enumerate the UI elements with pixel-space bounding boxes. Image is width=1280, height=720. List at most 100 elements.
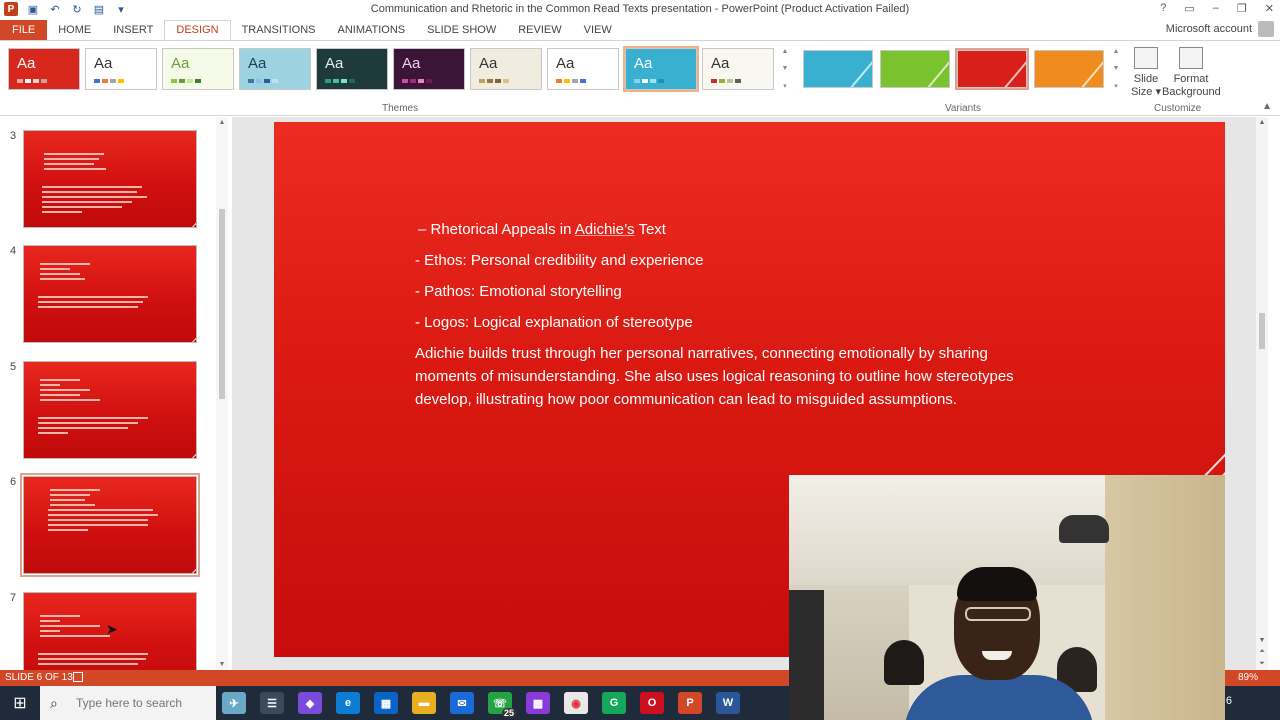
collapse-ribbon-icon[interactable]: ▲	[1262, 101, 1272, 112]
taskbar-search[interactable]: ⌕	[40, 686, 216, 720]
slide-thumbnail[interactable]	[20, 473, 200, 577]
theme-color-swatch	[634, 79, 640, 83]
thumbnail-scrollbar[interactable]: ▲ ▼	[216, 117, 228, 670]
search-input[interactable]	[76, 696, 206, 710]
theme-color-bars	[479, 79, 509, 83]
tab-home[interactable]: HOME	[47, 20, 102, 40]
slide-scroll-thumb[interactable]	[1259, 313, 1265, 349]
tab-insert[interactable]: INSERT	[102, 20, 164, 40]
restore-button[interactable]: ❐	[1237, 2, 1247, 15]
webcam-wall	[1105, 475, 1225, 720]
slide-scrollbar[interactable]: ▲ ▼ ⏶ ⏷	[1256, 117, 1268, 670]
copilot-icon[interactable]: ◆	[298, 692, 322, 714]
theme-color-swatch	[102, 79, 108, 83]
slide-thumbnail[interactable]	[23, 245, 197, 343]
theme-thumbnail[interactable]: Aa	[393, 48, 465, 90]
search-icon: ⌕	[50, 694, 58, 711]
themes-gallery-scroll[interactable]: ▲ ▼ ▾	[780, 48, 790, 90]
thumbnail-number: 6	[10, 476, 17, 488]
slide-content-placeholder[interactable]: – Rhetorical Appeals in Adichie’s Text -…	[415, 218, 1015, 411]
scroll-up-icon[interactable]: ▲	[216, 119, 228, 126]
scroll-down-icon[interactable]: ▼	[216, 661, 228, 668]
tab-design[interactable]: DESIGN	[164, 20, 231, 40]
theme-thumbnail[interactable]: Aa	[470, 48, 542, 90]
theme-color-swatch	[719, 79, 725, 83]
ribbon-display-options-icon[interactable]: ▭	[1184, 2, 1194, 15]
theme-thumbnail[interactable]: Aa	[547, 48, 619, 90]
edge-icon[interactable]: e	[336, 692, 360, 714]
chrome-icon[interactable]: ◉	[564, 692, 588, 714]
variants-gallery-scroll[interactable]: ▲ ▼ ▾	[1111, 48, 1121, 90]
theme-thumbnail[interactable]: Aa	[85, 48, 157, 90]
scroll-down-icon[interactable]: ▼	[1256, 637, 1268, 644]
store-icon[interactable]: ▦	[374, 692, 398, 714]
format-background-button[interactable]: Format Background	[1162, 47, 1221, 99]
thumbnail-text-line	[40, 635, 110, 637]
variant-thumbnail[interactable]	[955, 48, 1029, 90]
theme-color-swatch	[333, 79, 339, 83]
thumbnail-scroll-thumb[interactable]	[219, 209, 225, 399]
theme-thumbnail[interactable]: Aa	[316, 48, 388, 90]
spelling-check-icon[interactable]	[73, 672, 83, 682]
account-name[interactable]: Microsoft account	[1166, 23, 1252, 35]
start-from-beginning-icon[interactable]: ▤	[92, 2, 106, 16]
travel-app-icon[interactable]: ✈	[222, 692, 246, 714]
slide-thumbnail[interactable]	[23, 130, 197, 228]
theme-thumbnail[interactable]: Aa	[702, 48, 774, 90]
whatsapp-icon[interactable]: ☏ 25	[488, 692, 516, 718]
webcam-overlay	[789, 475, 1225, 720]
slide-thumbnail[interactable]	[23, 361, 197, 459]
theme-thumbnail[interactable]: Aa	[162, 48, 234, 90]
format-background-label: Format Background	[1162, 73, 1221, 98]
theme-thumbnail[interactable]: Aa	[8, 48, 80, 90]
redo-icon[interactable]: ↻	[70, 2, 84, 16]
next-slide-icon[interactable]: ⏷	[1256, 660, 1268, 668]
variant-thumbnail[interactable]	[1034, 50, 1104, 88]
gallery-up-icon[interactable]: ▲	[1113, 48, 1120, 55]
gallery-up-icon[interactable]: ▲	[782, 48, 789, 55]
gallery-down-icon[interactable]: ▼	[1113, 65, 1120, 72]
theme-sample-text: Aa	[479, 55, 498, 72]
file-explorer-icon[interactable]: ▬	[412, 692, 436, 714]
scroll-up-icon[interactable]: ▲	[1256, 119, 1268, 126]
opera-icon[interactable]: O	[640, 692, 664, 714]
tab-animations[interactable]: ANIMATIONS	[327, 20, 417, 40]
theme-sample-text: Aa	[711, 55, 730, 72]
theme-sample-text: Aa	[634, 55, 653, 72]
gallery-more-icon[interactable]: ▾	[783, 82, 787, 90]
save-icon[interactable]: ▣	[26, 2, 40, 16]
zoom-level[interactable]: 89%	[1238, 672, 1258, 683]
theme-sample-text: Aa	[325, 55, 344, 72]
theme-color-bars	[402, 79, 432, 83]
tab-view[interactable]: VIEW	[573, 20, 623, 40]
theme-thumbnail[interactable]: Aa	[239, 48, 311, 90]
tab-slide-show[interactable]: SLIDE SHOW	[416, 20, 507, 40]
variant-thumbnail[interactable]	[880, 50, 950, 88]
start-button[interactable]: ⊞	[0, 686, 40, 720]
minimize-button[interactable]: –	[1213, 2, 1219, 15]
tab-file[interactable]: FILE	[0, 20, 48, 40]
word-icon[interactable]: W	[716, 692, 740, 714]
photo-app-icon[interactable]: ▩	[526, 692, 550, 714]
task-view-icon[interactable]: ☰	[260, 692, 284, 714]
tab-transitions[interactable]: TRANSITIONS	[231, 20, 327, 40]
theme-color-swatch	[479, 79, 485, 83]
gallery-down-icon[interactable]: ▼	[782, 65, 789, 72]
undo-icon[interactable]: ↶	[48, 2, 62, 16]
mail-icon[interactable]: ✉	[450, 692, 474, 714]
theme-thumbnail[interactable]: Aa	[623, 46, 699, 92]
tab-review[interactable]: REVIEW	[507, 20, 572, 40]
theme-color-swatch	[94, 79, 100, 83]
slide-size-button[interactable]: Slide Size ▾	[1130, 47, 1162, 99]
powerpoint-taskbar-icon[interactable]: P	[678, 692, 702, 714]
avatar[interactable]	[1258, 21, 1274, 37]
close-button[interactable]: ✕	[1265, 2, 1274, 15]
theme-color-bars	[94, 79, 124, 83]
variant-thumbnail[interactable]	[803, 50, 873, 88]
previous-slide-icon[interactable]: ⏶	[1256, 648, 1268, 656]
gallery-more-icon[interactable]: ▾	[1114, 82, 1118, 90]
thumbnail-decoration-line	[193, 644, 196, 670]
help-button[interactable]: ?	[1160, 2, 1166, 15]
customize-qat-icon[interactable]: ▾	[114, 2, 128, 16]
grammarly-icon[interactable]: G	[602, 692, 626, 714]
